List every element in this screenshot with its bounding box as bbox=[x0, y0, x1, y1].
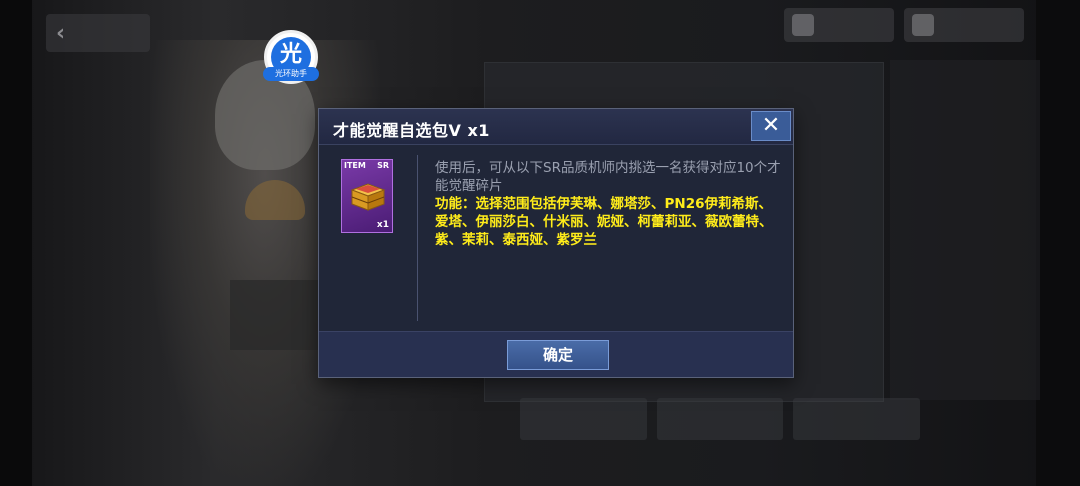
background-tab bbox=[520, 398, 647, 440]
resource-icon bbox=[912, 14, 934, 36]
item-tag: ITEM bbox=[344, 161, 366, 170]
background-tab bbox=[656, 398, 784, 440]
close-icon: ✕ bbox=[761, 113, 781, 138]
item-rarity-badge: SR bbox=[377, 161, 389, 170]
confirm-button[interactable]: 确定 bbox=[507, 340, 609, 370]
golden-chest-icon bbox=[350, 183, 386, 211]
back-button[interactable]: ‹ bbox=[46, 14, 150, 52]
watermark-label: 光环助手 bbox=[263, 67, 319, 81]
resource-counter-2 bbox=[904, 8, 1024, 42]
resource-icon bbox=[792, 14, 814, 36]
screen-edge-left bbox=[0, 0, 32, 486]
dialog-header: 才能觉醒自选包V x1 ✕ bbox=[319, 109, 793, 145]
dialog-footer: 确定 bbox=[319, 331, 793, 377]
app-watermark-logo: 光 光环助手 bbox=[263, 30, 319, 84]
background-tabs bbox=[520, 398, 921, 440]
background-tab bbox=[793, 398, 921, 440]
background-side-list bbox=[890, 60, 1040, 400]
item-quantity: x1 bbox=[376, 220, 389, 230]
close-button[interactable]: ✕ bbox=[751, 111, 791, 141]
dialog-body: ITEM SR x1 使用后，可从以下SR品质机师内挑选一名获得对应10个才能觉… bbox=[319, 145, 793, 331]
item-dialog: 才能觉醒自选包V x1 ✕ ITEM SR x1 使用后，可从以下SR品质机师内… bbox=[318, 108, 794, 378]
item-card[interactable]: ITEM SR x1 bbox=[341, 159, 393, 233]
screen-edge-right bbox=[1036, 0, 1080, 486]
description-text: 使用后，可从以下SR品质机师内挑选一名获得对应10个才能觉醒碎片 bbox=[435, 160, 781, 194]
chevron-left-icon: ‹ bbox=[56, 20, 66, 46]
item-description: 使用后，可从以下SR品质机师内挑选一名获得对应10个才能觉醒碎片 功能：选择范围… bbox=[435, 159, 781, 249]
vertical-divider bbox=[417, 155, 418, 321]
function-text: 功能：选择范围包括伊芙琳、娜塔莎、PN26伊莉希斯、爱塔、伊丽莎白、什米丽、妮娅… bbox=[435, 196, 773, 248]
dialog-title: 才能觉醒自选包V x1 bbox=[333, 121, 490, 140]
resource-counter-1 bbox=[784, 8, 894, 42]
character-skirt bbox=[230, 280, 320, 350]
